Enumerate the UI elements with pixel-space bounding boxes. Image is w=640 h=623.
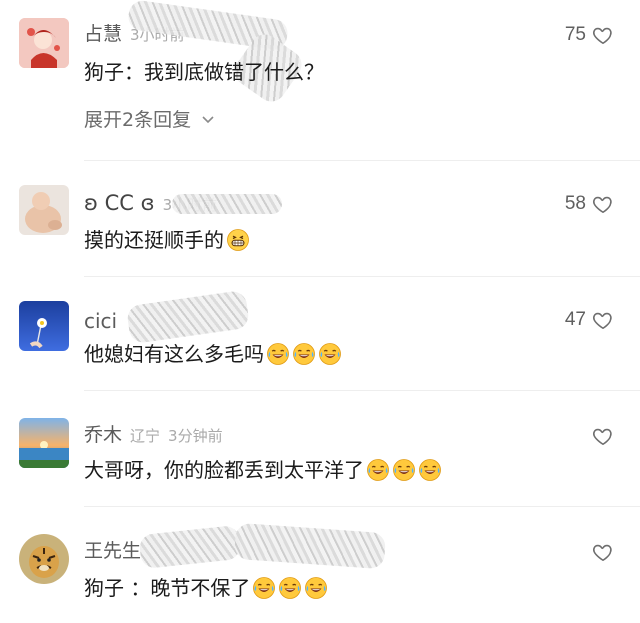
like-button[interactable]: 58 xyxy=(565,191,614,217)
heart-icon[interactable] xyxy=(592,24,614,46)
like-count: 75 xyxy=(564,24,586,45)
blurred-region xyxy=(138,524,242,570)
laugh-cry-emoji xyxy=(418,458,442,482)
laugh-cry-emoji xyxy=(266,342,290,366)
girl-illustration-avatar[interactable] xyxy=(19,18,69,68)
like-button[interactable] xyxy=(592,539,614,565)
laugh-cry-emoji xyxy=(318,342,342,366)
laugh-cry-emoji xyxy=(304,576,328,600)
comment-item[interactable]: ʚ CC ɞ3小时前 摸的还挺顺手的 58 xyxy=(0,160,640,276)
heart-icon[interactable] xyxy=(592,309,614,331)
comment-text: 狗子 ：晚节不保了 xyxy=(84,574,328,602)
laugh-cry-emoji xyxy=(278,576,302,600)
comment-text-content: 他媳妇有这么多毛吗 xyxy=(84,342,264,366)
like-count: 58 xyxy=(564,193,586,214)
comment-meta: cici xyxy=(84,308,117,334)
laugh-cry-emoji xyxy=(392,458,416,482)
tiger-avatar[interactable] xyxy=(19,534,69,584)
comment-item[interactable]: 乔木 辽宁 3分钟前 大哥呀，你的脸都丢到太平洋了 xyxy=(0,390,640,506)
flower-blue-sky-avatar[interactable] xyxy=(19,301,69,351)
comment-text-content: 摸的还挺顺手的 xyxy=(84,228,224,252)
like-count: 47 xyxy=(564,309,586,330)
blurred-region xyxy=(125,289,251,345)
chevron-down-icon xyxy=(202,116,214,124)
username[interactable]: cici xyxy=(84,309,117,333)
username[interactable]: 占慧 xyxy=(84,23,122,45)
comment-item[interactable]: cici 他媳妇有这么多毛吗 47 xyxy=(0,276,640,390)
sunset-sea-avatar[interactable] xyxy=(19,418,69,468)
comment-meta: 乔木 辽宁 3分钟前 xyxy=(84,422,223,448)
timestamp: 3分钟前 xyxy=(168,427,223,445)
heart-icon[interactable] xyxy=(592,425,614,447)
laugh-cry-emoji xyxy=(292,342,316,366)
expand-replies-label: 展开2条回复 xyxy=(84,109,192,131)
comment-text-content: 狗子 ：晚节不保了 xyxy=(84,576,251,600)
heart-icon[interactable] xyxy=(592,193,614,215)
heart-icon[interactable] xyxy=(592,541,614,563)
comment-text: 狗子：我到底做错了什么？ xyxy=(84,60,324,84)
laugh-cry-emoji xyxy=(252,576,276,600)
username[interactable]: 王先生 xyxy=(84,540,141,562)
baby-photo-avatar[interactable] xyxy=(19,185,69,235)
like-button[interactable]: 75 xyxy=(565,22,614,48)
comment-item[interactable]: 占慧 3小时前 狗子：我到底做错了什么？ 75 展开2条回复 xyxy=(0,0,640,160)
username[interactable]: 乔木 xyxy=(84,424,122,446)
blurred-region xyxy=(233,522,387,570)
comment-text: 他媳妇有这么多毛吗 xyxy=(84,340,342,368)
comment-meta: 王先生 xyxy=(84,538,141,564)
like-button[interactable] xyxy=(592,423,614,449)
comment-text-content: 大哥呀，你的脸都丢到太平洋了 xyxy=(84,458,364,482)
comment-item[interactable]: 王先生 狗子 ：晚节不保了 xyxy=(0,506,640,623)
comment-text: 摸的还挺顺手的 xyxy=(84,226,250,254)
location: 辽宁 xyxy=(130,427,161,445)
like-button[interactable]: 47 xyxy=(565,307,614,333)
expand-replies-button[interactable]: 展开2条回复 xyxy=(84,107,215,133)
comment-text: 大哥呀，你的脸都丢到太平洋了 xyxy=(84,456,442,484)
blurred-region xyxy=(172,194,282,214)
username[interactable]: ʚ CC ɞ xyxy=(84,191,155,215)
grin-emoji xyxy=(226,228,250,252)
laugh-cry-emoji xyxy=(366,458,390,482)
